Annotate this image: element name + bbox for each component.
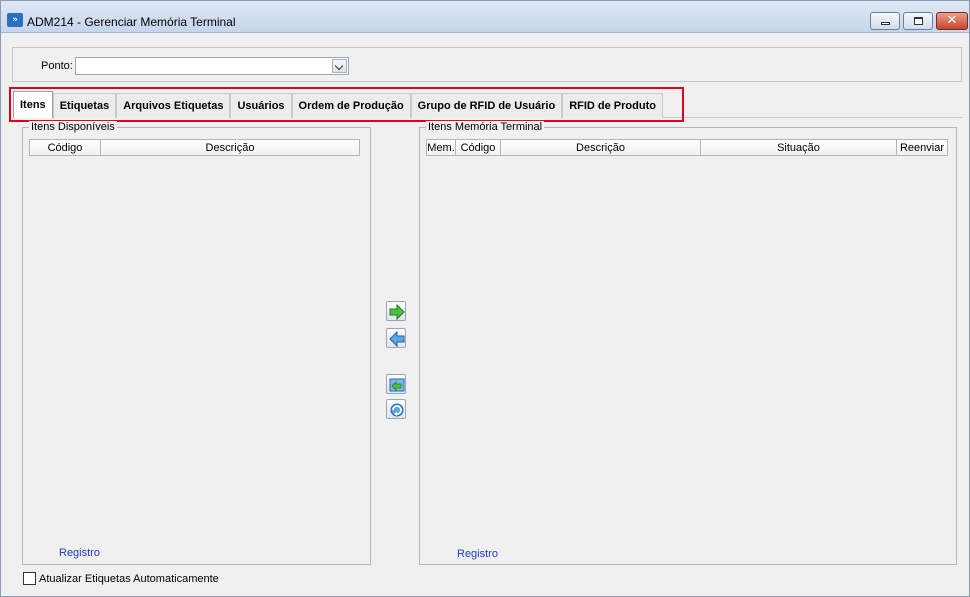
minimize-icon <box>881 22 890 25</box>
column-header-descricao[interactable]: Descrição <box>101 139 360 156</box>
registro-label: Registro <box>457 548 498 560</box>
ponto-label: Ponto: <box>41 60 73 72</box>
column-header-codigo[interactable]: Código <box>29 139 101 156</box>
chevron-down-icon[interactable] <box>332 59 347 73</box>
grid-header: Código Descrição <box>29 139 360 156</box>
tab-grupo-rfid-usuario[interactable]: Grupo de RFID de Usuário <box>410 93 563 118</box>
registro-label: Registro <box>59 547 100 559</box>
app-icon[interactable]: » <box>7 13 23 27</box>
arrow-left-blue-icon <box>389 331 405 347</box>
remove-item-button[interactable] <box>386 328 406 348</box>
tab-rfid-produto[interactable]: RFID de Produto <box>562 93 663 118</box>
refresh-icon <box>390 403 404 417</box>
itens-disponiveis-group: Itens Disponíveis Código Descrição Regis… <box>22 121 371 565</box>
tab-etiquetas[interactable]: Etiquetas <box>52 93 117 118</box>
tab-itens[interactable]: Itens <box>13 91 53 118</box>
group-title: Itens Disponíveis <box>29 121 117 133</box>
add-item-button[interactable] <box>386 301 406 321</box>
arrow-right-green-icon <box>389 304 405 320</box>
tab-arquivos-etiquetas[interactable]: Arquivos Etiquetas <box>116 93 231 118</box>
auto-update-checkbox[interactable] <box>23 572 36 585</box>
grid-header: Mem. Código Descrição Situação Reenviar <box>426 139 948 156</box>
minimize-button[interactable] <box>870 12 900 30</box>
tab-ordem-producao[interactable]: Ordem de Produção <box>291 93 411 118</box>
maximize-icon <box>914 17 923 25</box>
column-header-descricao[interactable]: Descrição <box>501 139 701 156</box>
transfer-all-button[interactable] <box>386 374 406 394</box>
ponto-select[interactable] <box>75 57 349 75</box>
maximize-button[interactable] <box>903 12 933 30</box>
transfer-all-icon <box>389 378 405 392</box>
group-title: Itens Memória Terminal <box>426 121 545 133</box>
tab-strip: Itens Etiquetas Arquivos Etiquetas Usuár… <box>13 91 663 118</box>
title-bar[interactable]: » ADM214 - Gerenciar Memória Terminal ✕ <box>1 1 969 33</box>
itens-memoria-terminal-group: Itens Memória Terminal Mem. Código Descr… <box>419 121 957 565</box>
window-title: ADM214 - Gerenciar Memória Terminal <box>27 15 236 29</box>
column-header-situacao[interactable]: Situação <box>701 139 897 156</box>
main-window: » ADM214 - Gerenciar Memória Terminal ✕ … <box>0 0 970 597</box>
column-header-reenviar[interactable]: Reenviar <box>897 139 948 156</box>
column-header-codigo[interactable]: Código <box>456 139 501 156</box>
refresh-button[interactable] <box>386 399 406 419</box>
close-button[interactable]: ✕ <box>936 12 968 30</box>
close-icon: ✕ <box>946 13 958 28</box>
tab-usuarios[interactable]: Usuários <box>230 93 292 118</box>
column-header-mem[interactable]: Mem. <box>426 139 456 156</box>
auto-update-label[interactable]: Atualizar Etiquetas Automaticamente <box>39 573 219 585</box>
